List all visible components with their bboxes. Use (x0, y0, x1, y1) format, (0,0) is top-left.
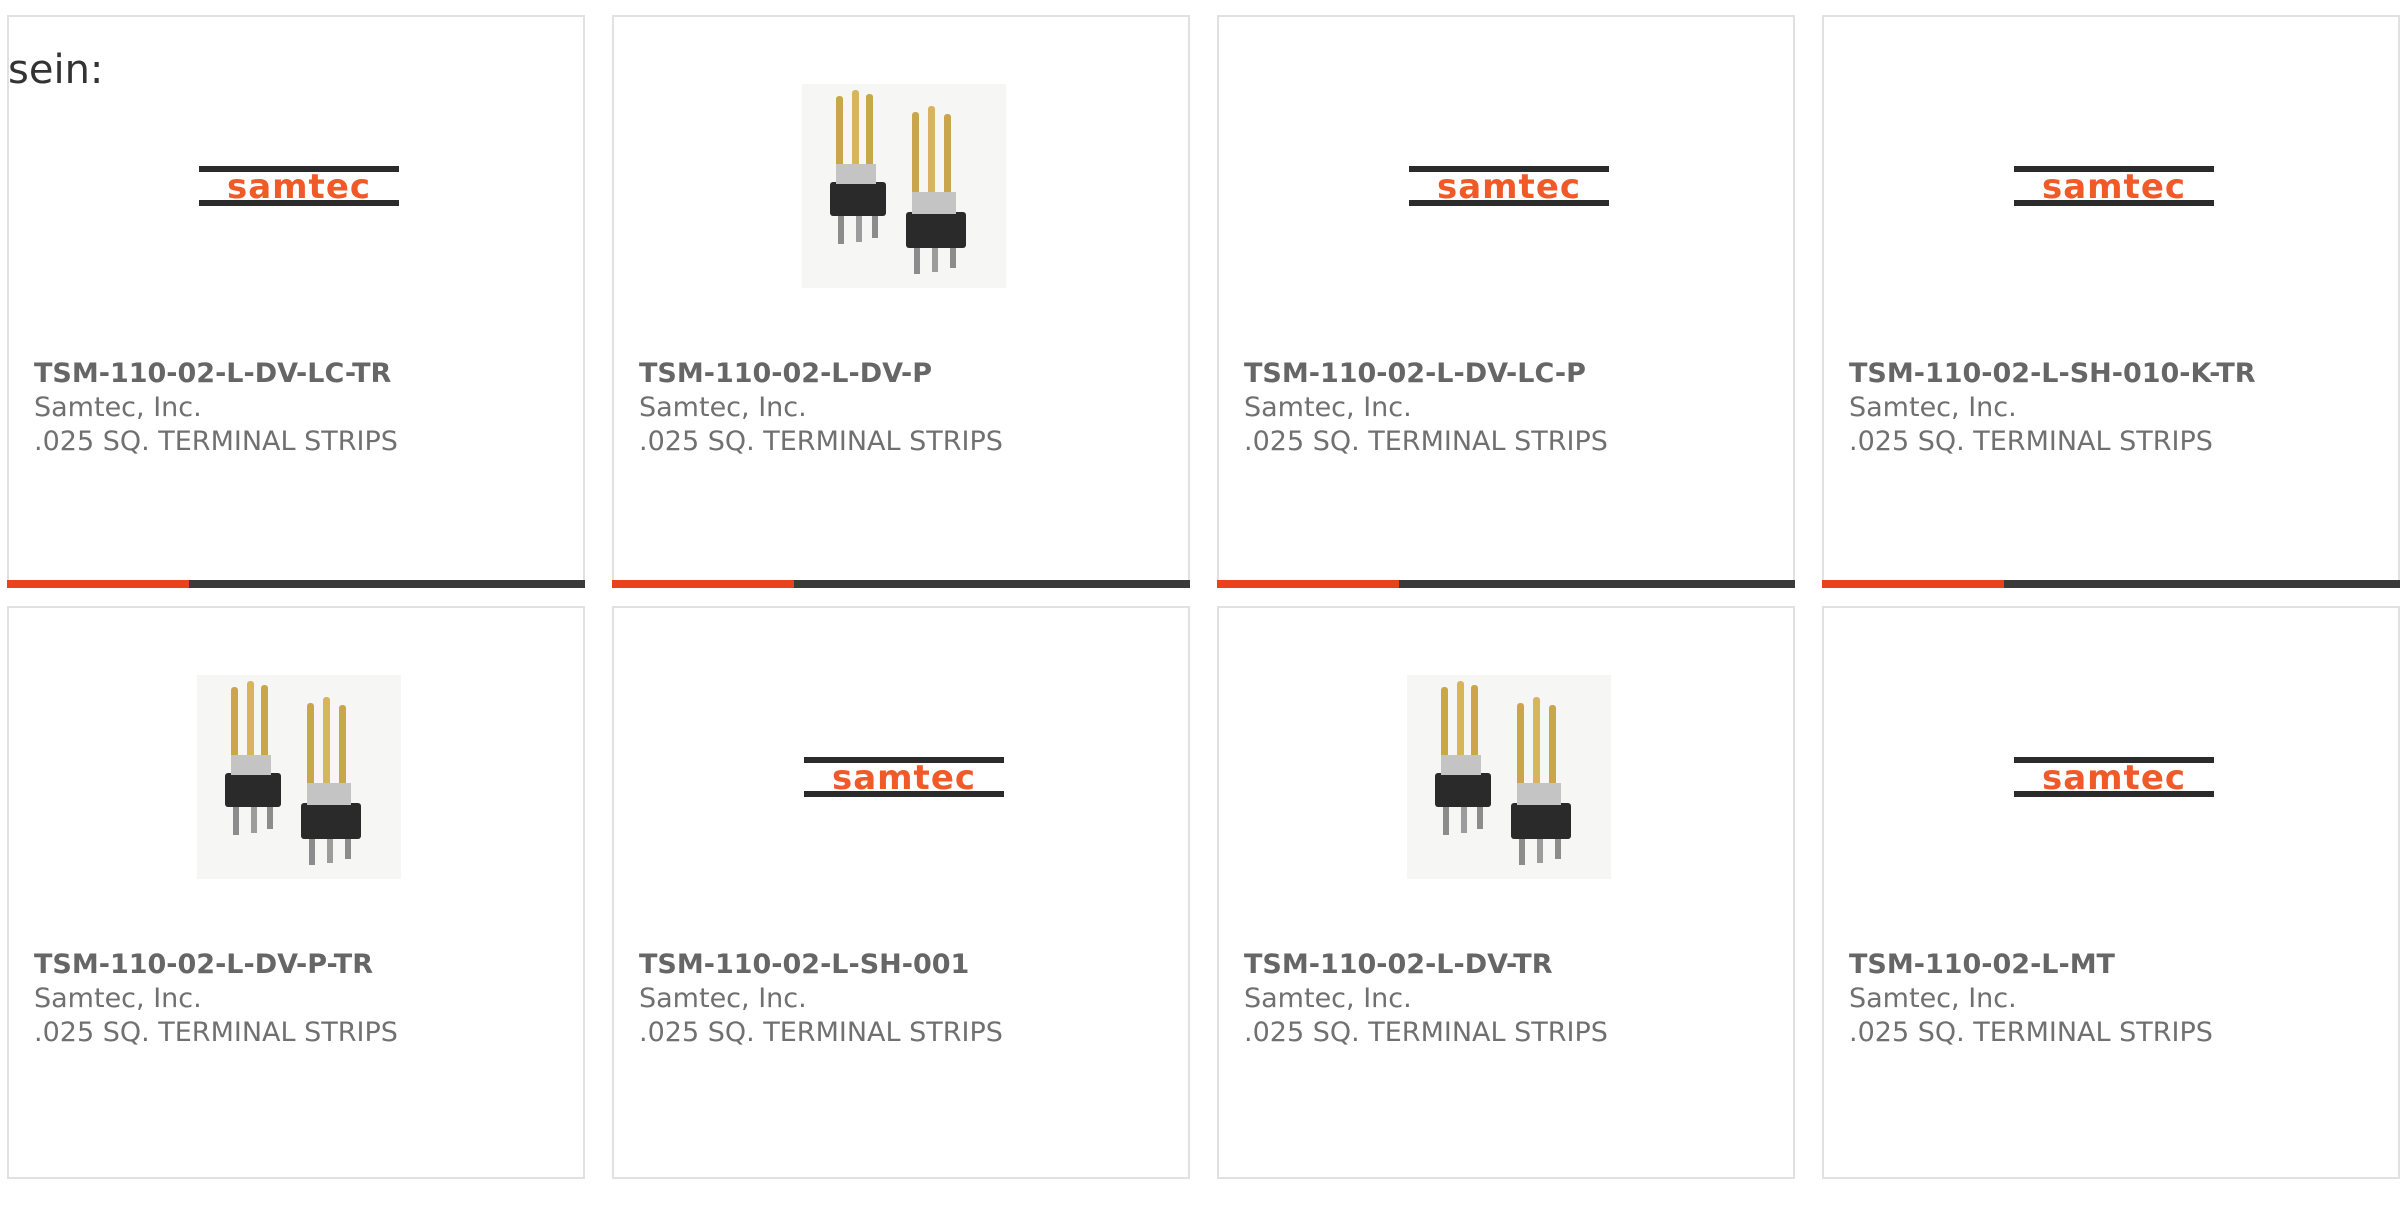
connector-image[interactable] (1407, 675, 1611, 879)
card-accent-segment (7, 580, 189, 588)
description-label: .025 SQ. TERMINAL STRIPS (639, 1017, 1003, 1048)
product-card[interactable]: samtec TSM-110-02-L-SH-010-K-TR Samtec, I… (1822, 15, 2400, 588)
svg-text:samtec: samtec (2042, 167, 2186, 207)
product-info: TSM-110-02-L-MT Samtec, Inc. .025 SQ. TERM… (1849, 948, 2213, 1050)
product-info: TSM-110-02-L-DV-P Samtec, Inc. .025 SQ. TE… (639, 357, 1003, 459)
product-info: TSM-110-02-L-DV-TR Samtec, Inc. .025 SQ. T… (1244, 948, 1608, 1050)
samtec-logo-image[interactable]: samtec (2012, 84, 2216, 288)
manufacturer-label: Samtec, Inc. (34, 983, 202, 1014)
product-info: TSM-110-02-L-DV-LC-TR Samtec, Inc. .025 SQ… (34, 357, 398, 459)
samtec-logo-image[interactable]: samtec (802, 675, 1006, 879)
product-card[interactable]: samtec TSM-110-02-L-MT Samtec, Inc. .025 S… (1822, 606, 2400, 1179)
description-label: .025 SQ. TERMINAL STRIPS (639, 426, 1003, 457)
connector-image[interactable] (197, 675, 401, 879)
part-number-link[interactable]: TSM-110-02-L-MT (1849, 948, 2213, 982)
product-info: TSM-110-02-L-DV-LC-P Samtec, Inc. .025 SQ.… (1244, 357, 1608, 459)
samtec-logo-image[interactable]: samtec (2012, 675, 2216, 879)
description-label: .025 SQ. TERMINAL STRIPS (34, 426, 398, 457)
description-label: .025 SQ. TERMINAL STRIPS (1849, 426, 2213, 457)
card-accent-bar (612, 580, 1190, 588)
samtec-logo-image[interactable]: samtec (1407, 84, 1611, 288)
card-accent-bar (1822, 580, 2400, 588)
manufacturer-label: Samtec, Inc. (34, 392, 202, 423)
connector-image[interactable] (802, 84, 1006, 288)
samtec-logo-image[interactable]: samtec (197, 84, 401, 288)
part-number-link[interactable]: TSM-110-02-L-DV-P (639, 357, 1003, 391)
card-accent-segment (612, 580, 794, 588)
card-accent-bar (7, 580, 585, 588)
product-card[interactable]: samtec TSM-110-02-L-DV-LC-P Samtec, Inc..… (1217, 15, 1795, 588)
svg-text:samtec: samtec (2042, 758, 2186, 798)
part-number-link[interactable]: TSM-110-02-L-SH-010-K-TR (1849, 357, 2256, 391)
description-label: .025 SQ. TERMINAL STRIPS (1244, 1017, 1608, 1048)
manufacturer-label: Samtec, Inc. (1849, 392, 2017, 423)
product-card[interactable]: TSM-110-02-L-DV-P-TR Samtec, Inc. .025 SQ.… (7, 606, 585, 1179)
card-accent-segment (1822, 580, 2004, 588)
svg-text:samtec: samtec (832, 758, 976, 798)
part-number-link[interactable]: TSM-110-02-L-DV-LC-P (1244, 357, 1608, 391)
manufacturer-label: Samtec, Inc. (1244, 392, 1412, 423)
part-number-link[interactable]: TSM-110-02-L-DV-LC-TR (34, 357, 398, 391)
product-info: TSM-110-02-L-SH-001 Samtec, Inc. .025 SQ. … (639, 948, 1003, 1050)
part-number-link[interactable]: TSM-110-02-L-DV-P-TR (34, 948, 398, 982)
product-card[interactable]: TSM-110-02-L-DV-TR Samtec, Inc. .025 SQ. T… (1217, 606, 1795, 1179)
description-label: .025 SQ. TERMINAL STRIPS (1849, 1017, 2213, 1048)
svg-text:samtec: samtec (227, 167, 371, 207)
manufacturer-label: Samtec, Inc. (1849, 983, 2017, 1014)
product-card[interactable]: samtec TSM-110-02-L-SH-001 Samtec, Inc. .0… (612, 606, 1190, 1179)
product-info: TSM-110-02-L-SH-010-K-TR Samtec, Inc. .025… (1849, 357, 2256, 459)
product-info: TSM-110-02-L-DV-P-TR Samtec, Inc. .025 SQ.… (34, 948, 398, 1050)
manufacturer-label: Samtec, Inc. (639, 392, 807, 423)
description-label: .025 SQ. TERMINAL STRIPS (34, 1017, 398, 1048)
manufacturer-label: Samtec, Inc. (1244, 983, 1412, 1014)
card-accent-bar (1217, 580, 1795, 588)
card-accent-segment (1217, 580, 1399, 588)
description-label: .025 SQ. TERMINAL STRIPS (1244, 426, 1608, 457)
part-number-link[interactable]: TSM-110-02-L-DV-TR (1244, 948, 1608, 982)
product-card[interactable]: TSM-110-02-L-DV-P Samtec, Inc. .025 SQ. TE… (612, 15, 1190, 588)
product-grid: samtec TSM-110-02-L-DV-LC-TR Samtec, Inc.… (7, 15, 2400, 1215)
product-card[interactable]: samtec TSM-110-02-L-DV-LC-TR Samtec, Inc.… (7, 15, 585, 588)
manufacturer-label: Samtec, Inc. (639, 983, 807, 1014)
intro-text: sein: (8, 47, 104, 93)
part-number-link[interactable]: TSM-110-02-L-SH-001 (639, 948, 1003, 982)
svg-text:samtec: samtec (1437, 167, 1581, 207)
